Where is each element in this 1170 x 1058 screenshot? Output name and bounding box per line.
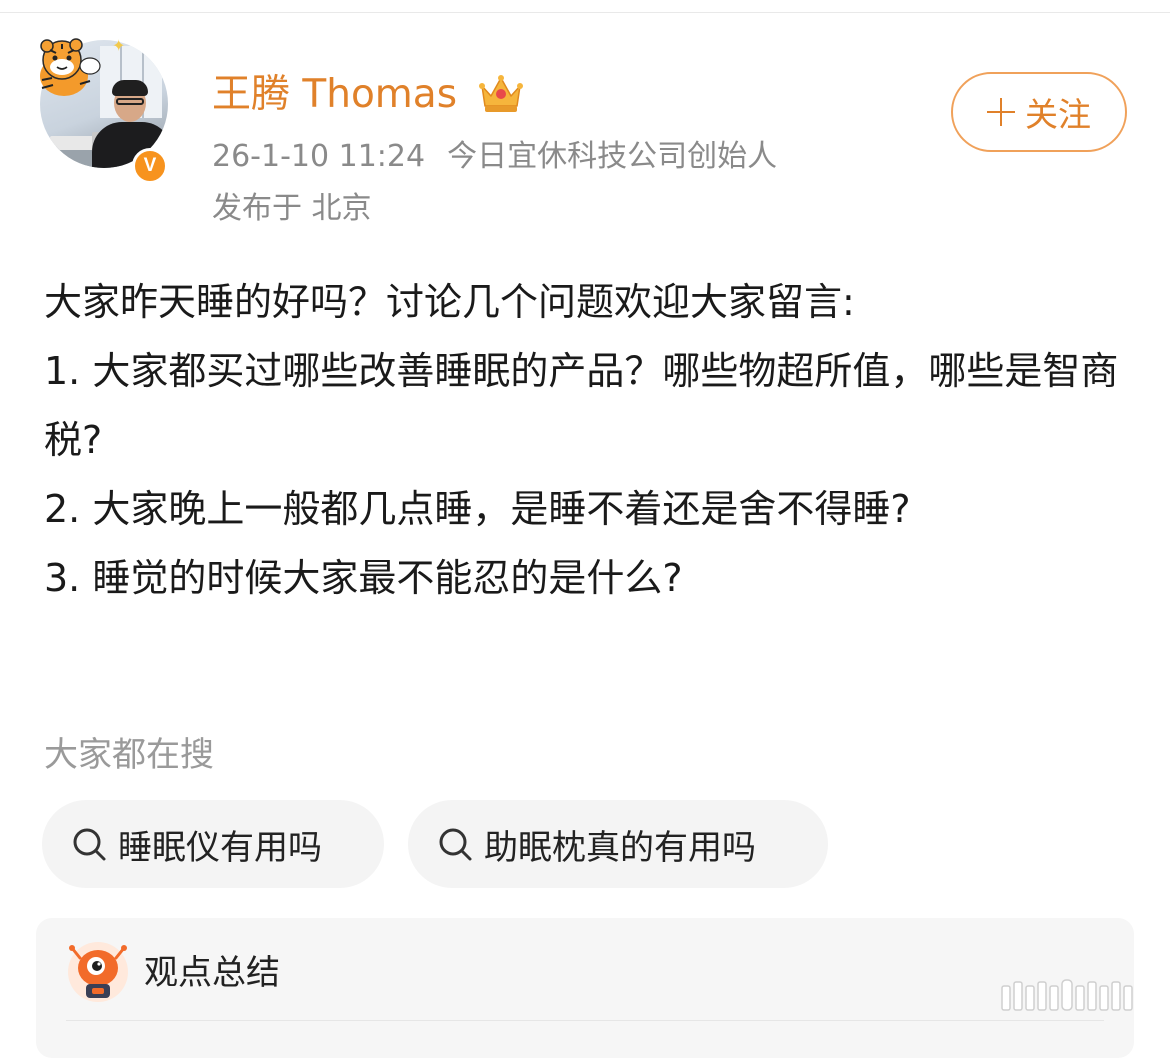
author-name[interactable]: 王腾 Thomas bbox=[212, 70, 457, 120]
avatar-laptop bbox=[50, 136, 94, 150]
top-divider bbox=[0, 12, 1170, 13]
summary-divider bbox=[66, 1020, 1104, 1021]
search-icon bbox=[73, 828, 106, 861]
search-suggestion-chip[interactable]: 睡眠仪有用吗 bbox=[42, 800, 384, 888]
post-paragraph: 1. 大家都买过哪些改善睡眠的产品？哪些物超所值，哪些是智商税? bbox=[44, 349, 1119, 462]
tiger-sticker-icon bbox=[40, 38, 101, 96]
post-paragraph: 2. 大家晚上一般都几点睡，是睡不着还是舍不得睡? bbox=[44, 487, 911, 531]
avatar-glasses bbox=[116, 98, 144, 105]
search-suggestion-label: 睡眠仪有用吗 bbox=[118, 827, 322, 868]
post-meta: 26-1-10 11:24 今日宜休科技公司创始人 bbox=[212, 136, 777, 178]
post-paragraph: 3. 睡觉的时候大家最不能忍的是什么? bbox=[44, 556, 683, 600]
verified-badge: V bbox=[132, 148, 168, 184]
post-location: 发布于 北京 bbox=[212, 191, 372, 226]
summary-title: 观点总结 bbox=[144, 953, 280, 993]
follow-button[interactable]: 关注 bbox=[951, 72, 1127, 152]
search-icon bbox=[439, 828, 472, 861]
search-suggestion-chip[interactable]: 助眠枕真的有用吗 bbox=[408, 800, 828, 888]
plus-icon bbox=[987, 98, 1015, 126]
post-content: 大家昨天睡的好吗？讨论几个问题欢迎大家留言: 1. 大家都买过哪些改善睡眠的产品… bbox=[44, 268, 1134, 613]
watermark-bars-icon bbox=[1001, 979, 1133, 1011]
avatar-hair bbox=[112, 80, 148, 96]
post-timestamp: 26-1-10 11:24 bbox=[212, 139, 426, 174]
crown-icon bbox=[479, 75, 523, 112]
trending-search-title: 大家都在搜 bbox=[44, 735, 214, 775]
search-suggestion-label: 助眠枕真的有用吗 bbox=[484, 827, 756, 868]
sparkle-icon: ✦ bbox=[112, 36, 126, 55]
follow-label: 关注 bbox=[1025, 95, 1091, 134]
author-bio: 今日宜休科技公司创始人 bbox=[447, 139, 778, 174]
mascot-icon bbox=[68, 942, 128, 1002]
post-paragraph: 大家昨天睡的好吗？讨论几个问题欢迎大家留言: bbox=[44, 280, 855, 324]
